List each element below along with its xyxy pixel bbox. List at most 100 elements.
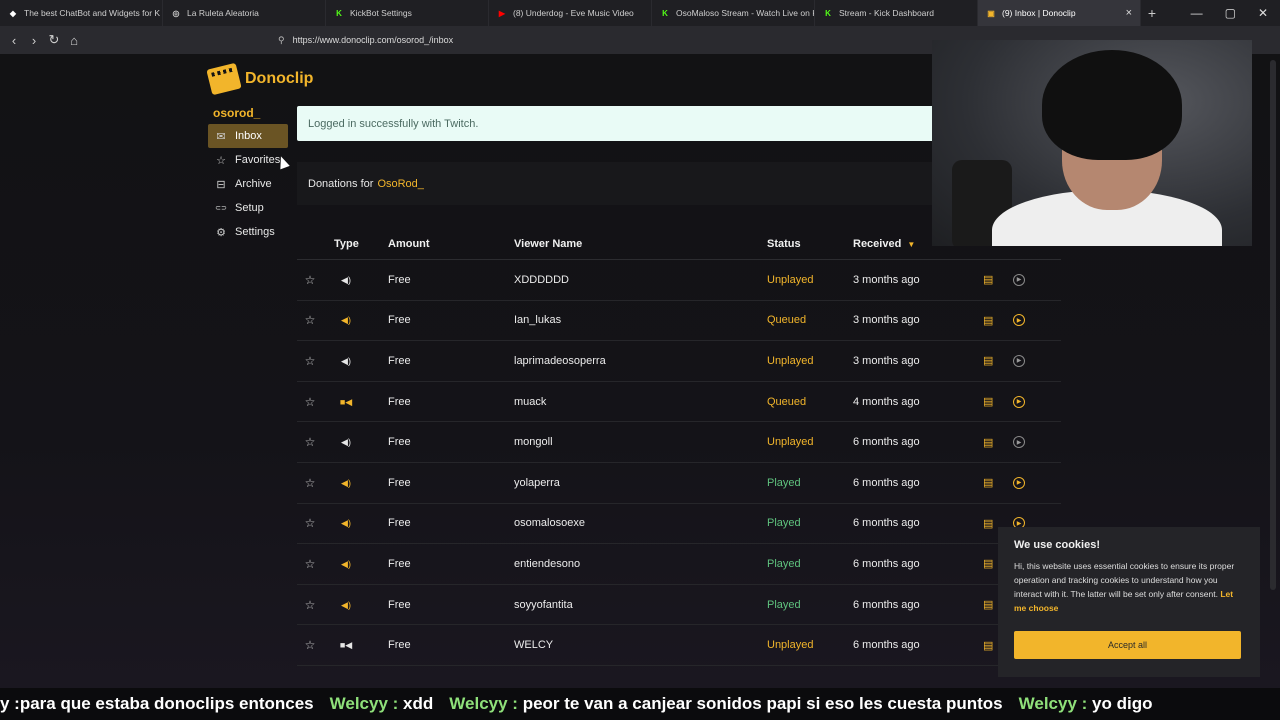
received-cell: 6 months ago: [853, 476, 920, 489]
table-row[interactable]: ☆ ◀) Free osomalosoexe Played 6 months ago ▤ ▶: [297, 504, 1061, 545]
favorite-star-icon[interactable]: ☆: [304, 638, 316, 652]
approve-clip-icon[interactable]: ▤: [983, 517, 993, 530]
maximize-icon[interactable]: ▢: [1225, 6, 1236, 20]
status-cell: Played: [767, 476, 801, 489]
new-tab-button[interactable]: +: [1141, 5, 1163, 21]
play-icon[interactable]: ▶: [1013, 354, 1025, 367]
favorite-star-icon[interactable]: ☆: [304, 313, 316, 327]
tab-favicon-icon: K: [336, 8, 342, 18]
video-icon: ■◀: [337, 396, 355, 408]
page-scrollbar[interactable]: [1270, 60, 1276, 590]
approve-clip-icon[interactable]: ▤: [983, 598, 993, 611]
table-row[interactable]: ☆◀)FreeentiendesonoPlayed6 months ago▤▶: [297, 544, 1061, 585]
table-row[interactable]: ☆ ◀) Free yolaperra Played 6 months ago ▤ ▶: [297, 463, 1061, 504]
received-cell: 3 months ago: [853, 354, 920, 367]
speaker-glyph: ◀): [341, 274, 351, 285]
table-row[interactable]: ☆ ◀) Free Ian_lukas Queued 3 months ago ▤ ▶: [297, 301, 1061, 342]
table-row[interactable]: ☆ ◀) Free mongoll Unplayed 6 months ago ▤ ▶: [297, 422, 1061, 463]
approve-clip-icon[interactable]: ▤: [983, 476, 993, 489]
cookie-title: We use cookies!: [1014, 539, 1100, 551]
reload-icon[interactable]: ↻: [44, 32, 64, 48]
site-info-icon[interactable]: ⚲: [278, 35, 285, 46]
status-cell: Played: [767, 517, 801, 530]
approve-clip-icon[interactable]: ▤: [983, 639, 993, 652]
approve-clip-icon[interactable]: ▤: [983, 557, 993, 570]
favorite-star-icon[interactable]: ☆: [304, 354, 316, 368]
approve-clip-icon[interactable]: ▤: [983, 354, 993, 367]
tab-list: ◆ The best ChatBot and Widgets for K ◎ La R…: [0, 0, 1141, 26]
home-icon[interactable]: ⌂: [64, 33, 84, 48]
table-row[interactable]: ☆◀)FreesoyyofantitaPlayed6 months ago▤▶: [297, 585, 1061, 626]
cookie-banner: We use cookies! Hi, this website uses es…: [998, 527, 1260, 677]
tab-title: (8) Underdog - Eve Music Video: [513, 8, 634, 18]
link-icon: ⊂⊃: [215, 205, 227, 212]
favorite-star-icon[interactable]: ☆: [304, 273, 316, 287]
forward-icon[interactable]: ›: [24, 33, 44, 48]
header-amount[interactable]: Amount: [388, 238, 430, 250]
status-cell: Unplayed: [767, 354, 814, 367]
approve-clip-icon[interactable]: ▤: [983, 273, 993, 286]
tab-favicon-icon: K: [825, 8, 831, 18]
webcam-person-hair: [1042, 50, 1182, 160]
status-cell: Queued: [767, 395, 807, 408]
inbox-icon: ✉: [216, 130, 226, 143]
speaker-icon: ◀): [337, 436, 355, 448]
tab-title: (9) Inbox | Donoclip: [1002, 8, 1076, 18]
sidebar-item-inbox[interactable]: ✉ Inbox: [208, 124, 288, 148]
play-icon[interactable]: ▶: [1013, 273, 1025, 286]
table-row[interactable]: ☆ ◀) Free XDDDDDD Unplayed 3 months ago ▤ ▶: [297, 260, 1061, 301]
back-icon[interactable]: ‹: [4, 33, 24, 48]
speaker-icon: ◀): [337, 477, 355, 489]
browser-tab[interactable]: ▣ (9) Inbox | Donoclip ×: [978, 0, 1141, 26]
url-field[interactable]: ⚲ https://www.donoclip.com/osorod_/inbox: [272, 30, 932, 50]
play-icon[interactable]: ▶: [1013, 436, 1025, 449]
table-row[interactable]: ☆ ◀) Free laprimadeosoperra Unplayed 3 months…: [297, 341, 1061, 382]
received-cell: 6 months ago: [853, 598, 920, 611]
table-row[interactable]: ☆ ■◀ Free muack Queued 4 months ago ▤ ▶: [297, 382, 1061, 423]
header-status[interactable]: Status: [767, 238, 801, 250]
header-viewer[interactable]: Viewer Name: [514, 238, 582, 250]
viewer-name-cell: osomalosoexe: [514, 517, 585, 530]
speaker-icon: ◀): [337, 558, 355, 570]
browser-tab[interactable]: K KickBot Settings: [326, 0, 489, 26]
browser-tab[interactable]: K OsoMaloso Stream - Watch Live on K: [652, 0, 815, 26]
play-icon[interactable]: ▶: [1013, 314, 1025, 327]
chat-author: Welcyy :: [449, 694, 518, 713]
chat-text: yo digo: [1092, 694, 1153, 713]
favorite-star-icon[interactable]: ☆: [304, 395, 316, 409]
sidebar-item-settings[interactable]: ⚙ Settings: [208, 220, 288, 244]
table-row[interactable]: ☆■◀FreeWELCYUnplayed6 months ago▤▶: [297, 625, 1061, 666]
approve-clip-icon[interactable]: ▤: [983, 395, 993, 408]
favorite-star-icon[interactable]: ☆: [304, 598, 316, 612]
viewer-name-cell: Ian_lukas: [514, 314, 562, 327]
header-received-label: Received: [853, 238, 902, 250]
chat-ticker: y :para que estaba donoclips entonces Wel…: [0, 688, 1280, 720]
accept-all-button[interactable]: Accept all: [1014, 631, 1241, 659]
header-received[interactable]: Received ▼: [853, 238, 915, 250]
status-cell: Unplayed: [767, 273, 814, 286]
play-icon[interactable]: ▶: [1013, 395, 1025, 408]
header-type[interactable]: Type: [334, 238, 359, 250]
favorite-star-icon[interactable]: ☆: [304, 435, 316, 449]
tab-favicon-icon: ◆: [9, 8, 17, 18]
favorite-star-icon[interactable]: ☆: [304, 476, 316, 490]
favorite-star-icon[interactable]: ☆: [304, 516, 316, 530]
donoclip-logo[interactable]: Donoclip: [206, 62, 313, 96]
browser-tab[interactable]: ◆ The best ChatBot and Widgets for K: [0, 0, 163, 26]
tab-title: OsoMaloso Stream - Watch Live on K: [676, 8, 815, 18]
received-cell: 6 months ago: [853, 517, 920, 530]
browser-tab[interactable]: ▶ (8) Underdog - Eve Music Video: [489, 0, 652, 26]
play-icon[interactable]: ▶: [1013, 476, 1025, 489]
browser-tab[interactable]: ◎ La Ruleta Aleatoria: [163, 0, 326, 26]
sidebar-item-archive[interactable]: ⊟ Archive: [208, 172, 288, 196]
tab-close-icon[interactable]: ×: [1126, 7, 1132, 19]
browser-tab[interactable]: K Stream - Kick Dashboard: [815, 0, 978, 26]
received-cell: 6 months ago: [853, 639, 920, 652]
minimize-icon[interactable]: —: [1191, 6, 1203, 20]
sidebar-item-setup[interactable]: ⊂⊃ Setup: [208, 196, 288, 220]
approve-clip-icon[interactable]: ▤: [983, 436, 993, 449]
close-window-icon[interactable]: ✕: [1258, 6, 1268, 20]
approve-clip-icon[interactable]: ▤: [983, 314, 993, 327]
favorite-star-icon[interactable]: ☆: [304, 557, 316, 571]
donations-user-link[interactable]: OsoRod_: [377, 178, 423, 190]
